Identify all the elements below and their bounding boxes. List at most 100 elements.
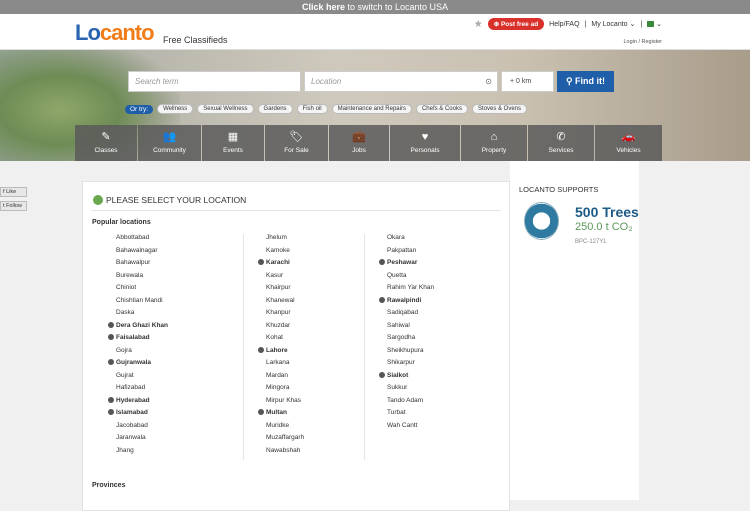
category-community[interactable]: 👥 Community (138, 125, 201, 161)
category-classes[interactable]: ✎ Classes (75, 125, 137, 161)
post-free-ad-button[interactable]: ⊕ Post free ad (487, 18, 545, 30)
click-here-link[interactable]: Click here (302, 2, 345, 12)
expand-icon[interactable] (258, 409, 264, 415)
login-register-link[interactable]: Login / Register (623, 39, 662, 45)
facebook-like-button[interactable]: f Like (0, 187, 27, 197)
location-link[interactable]: Wah Cantt (379, 422, 434, 435)
location-link[interactable]: Khuzdar (258, 322, 304, 335)
world-planet-certificate-badge[interactable] (524, 202, 559, 240)
category-label: Personals (410, 147, 440, 154)
location-link[interactable]: Gujranwala (108, 359, 168, 372)
location-link[interactable]: Bahawalnagar (108, 247, 168, 260)
location-link[interactable]: Gojra (108, 347, 168, 360)
locanto-logo[interactable]: Locanto (75, 20, 155, 46)
country-flag-icon[interactable]: ⌄ (647, 20, 662, 28)
category-vehicles[interactable]: 🚗 Vehicles (595, 125, 662, 161)
location-link[interactable]: Khanewal (258, 297, 304, 310)
location-link[interactable]: Muridke (258, 422, 304, 435)
location-link[interactable]: Dera Ghazi Khan (108, 321, 168, 335)
expand-icon[interactable] (108, 396, 114, 403)
location-link[interactable]: Hafizabad (108, 384, 168, 397)
location-link[interactable]: Larkana (258, 359, 304, 372)
location-link[interactable]: Nawabshah (258, 447, 304, 460)
locations-column: Okara Pakpattan Peshawar Quetta Rahim Yar Kh… (379, 234, 434, 434)
expand-icon[interactable] (108, 359, 114, 365)
location-link[interactable]: Shikarpur (379, 359, 434, 372)
location-link[interactable]: Faisalabad (108, 334, 168, 347)
location-link[interactable]: Khanpur (258, 309, 304, 322)
switch-site-banner[interactable]: Click here to switch to Locanto USA (0, 0, 750, 14)
location-link[interactable]: Quetta (379, 272, 434, 285)
location-link[interactable]: Daska (108, 309, 168, 322)
location-input[interactable]: Location ⊙ (304, 71, 498, 92)
location-link[interactable]: Rawalpindi (379, 296, 434, 310)
location-link[interactable]: Muzaffargarh (258, 434, 304, 447)
location-link[interactable]: Sahiwal (379, 322, 434, 335)
location-link[interactable]: Multan (258, 409, 304, 422)
location-link[interactable]: Jhelum (258, 234, 304, 247)
location-link[interactable]: Tando Adam (379, 397, 434, 410)
location-link[interactable]: Karachi (258, 259, 304, 272)
location-link[interactable]: Kohat (258, 334, 304, 347)
radius-select[interactable]: + 0 km (501, 71, 554, 92)
expand-icon[interactable] (108, 321, 114, 328)
category-for-sale[interactable]: 🏷 For Sale (265, 125, 328, 161)
location-link[interactable]: Hyderabad (108, 396, 168, 410)
suggestion-tag[interactable]: Sexual Wellness (197, 104, 254, 114)
category-property[interactable]: ⌂ Property (461, 125, 527, 161)
location-link[interactable]: Islamabad (108, 409, 168, 422)
location-link[interactable]: Chishtian Mandi (108, 297, 168, 310)
category-services[interactable]: ✆ Services (528, 125, 594, 161)
suggestion-tag[interactable]: Maintenance and Repairs (331, 104, 412, 114)
expand-icon[interactable] (379, 371, 385, 378)
location-link[interactable]: Chiniot (108, 284, 168, 297)
expand-icon[interactable] (258, 346, 264, 353)
location-link[interactable]: Mirpur Khas (258, 397, 304, 410)
search-term-input[interactable]: Search term (128, 71, 301, 92)
location-link[interactable]: Sargodha (379, 334, 434, 347)
help-faq-link[interactable]: Help/FAQ (549, 21, 579, 28)
twitter-follow-button[interactable]: t Follow (0, 201, 27, 211)
my-locanto-link[interactable]: My Locanto ⌄ (591, 20, 635, 28)
location-link[interactable]: Rahim Yar Khan (379, 284, 434, 297)
star-icon[interactable]: ★ (474, 19, 483, 30)
expand-icon[interactable] (108, 334, 114, 340)
category-personals[interactable]: ♥ Personals (390, 125, 460, 161)
suggestion-tag[interactable]: Fish oil (296, 104, 328, 114)
location-link[interactable]: Mingora (258, 384, 304, 397)
location-link[interactable]: Kamoke (258, 247, 304, 260)
classes-icon: ✎ (101, 131, 111, 143)
location-link[interactable]: Bahawalpur (108, 259, 168, 272)
location-link[interactable]: Kasur (258, 272, 304, 285)
location-link[interactable]: Lahore (258, 346, 304, 360)
heart-icon: ♥ (421, 131, 429, 143)
location-link[interactable]: Gujrat (108, 372, 168, 385)
location-link[interactable]: Okara (379, 234, 434, 247)
category-jobs[interactable]: 💼 Jobs (329, 125, 389, 161)
expand-icon[interactable] (108, 409, 114, 415)
location-link[interactable]: Jacobabad (108, 422, 168, 435)
location-link[interactable]: Burewala (108, 272, 168, 285)
suggestion-tag[interactable]: Wellness (157, 104, 194, 114)
find-button[interactable]: ⚲ Find it! (557, 71, 614, 92)
location-link[interactable]: Jaranwala (108, 434, 168, 447)
location-link[interactable]: Peshawar (379, 259, 434, 272)
expand-icon[interactable] (258, 259, 264, 265)
category-events[interactable]: ▦ Events (202, 125, 264, 161)
location-link[interactable]: Abbottabad (108, 234, 168, 247)
suggestion-tag[interactable]: Gardens (257, 104, 293, 114)
location-link[interactable]: Jhang (108, 447, 168, 460)
location-link[interactable]: Khairpur (258, 284, 304, 297)
location-link[interactable]: Sialkot (379, 371, 434, 385)
location-link[interactable]: Turbat (379, 409, 434, 422)
location-link[interactable]: Sadiqabad (379, 309, 434, 322)
location-link[interactable]: Mardan (258, 372, 304, 385)
expand-icon[interactable] (379, 259, 385, 265)
location-link[interactable]: Sukkur (379, 384, 434, 397)
expand-icon[interactable] (379, 296, 385, 303)
location-link[interactable]: Sheikhupura (379, 347, 434, 360)
location-link[interactable]: Pakpattan (379, 247, 434, 260)
locate-icon[interactable]: ⊙ (485, 72, 492, 92)
suggestion-tag[interactable]: Stoves & Ovens (472, 104, 528, 114)
suggestion-tag[interactable]: Chefs & Cooks (415, 104, 468, 114)
